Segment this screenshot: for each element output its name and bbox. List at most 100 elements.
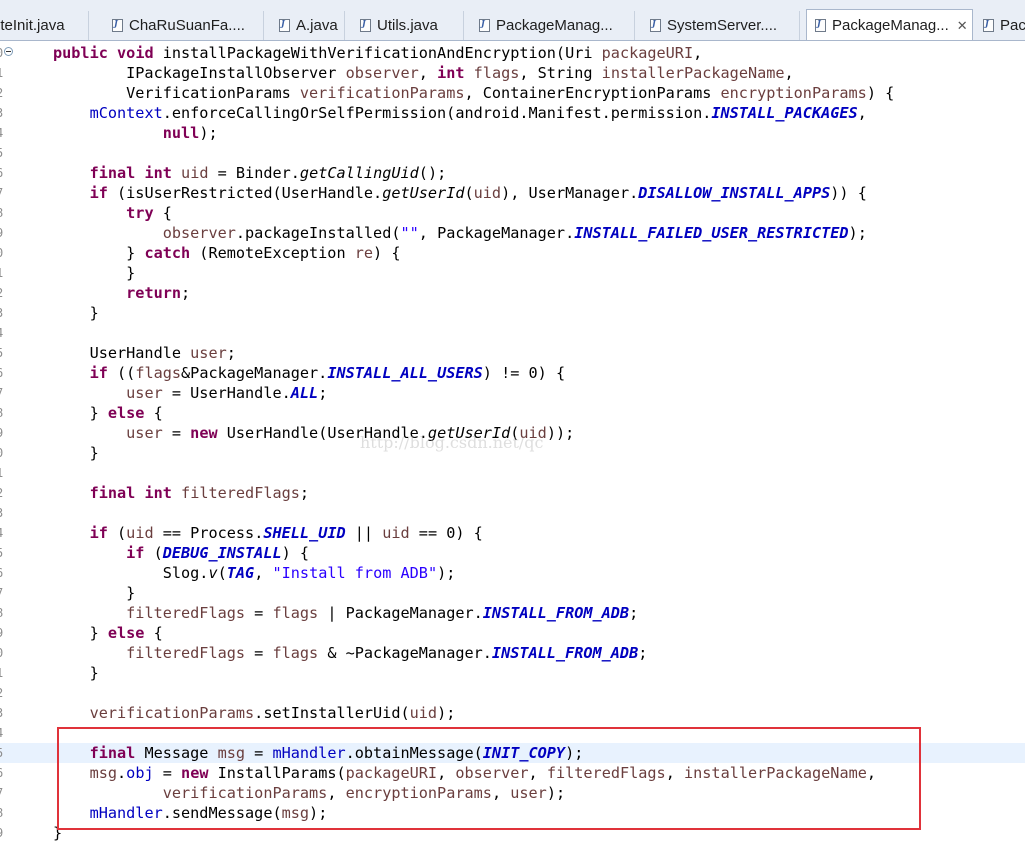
code-token: == Process. [153,524,264,542]
code-line[interactable]: 3 } [0,303,1025,323]
code-line[interactable]: 5 [0,143,1025,163]
line-number: 6 [0,763,8,783]
close-tab-icon[interactable]: ✕ [957,18,968,34]
code-token: IPackageInstallObserver [53,64,346,82]
tab-label: A.java [296,17,338,34]
code-token: ); [437,704,456,722]
code-token: || [345,524,383,542]
editor-tab-0[interactable]: oteInit.java [0,11,89,40]
fold-collapse-icon[interactable] [4,47,13,56]
code-token: new [190,424,218,442]
code-line[interactable]: 1 } [0,663,1025,683]
code-line[interactable]: 3 verificationParams.setInstallerUid(uid… [0,703,1025,723]
editor-tab-5[interactable]: SystemServer.... [642,11,800,40]
code-line[interactable]: 0public void installPackageWithVerificat… [0,43,1025,63]
code-token: ); [199,124,218,142]
code-token: verificationParams [89,704,255,722]
editor-tab-6[interactable]: PackageManag... ✕ [806,9,973,40]
editor-tab-1[interactable]: ChaRuSuanFa.... [104,11,264,40]
code-token: )); [546,424,575,442]
java-file-icon [360,18,371,32]
code-line[interactable]: 6 if ((flags&PackageManager.INSTALL_ALL_… [0,363,1025,383]
code-text: Slog.v(TAG, "Install from ADB"); [53,563,456,583]
java-file-icon [650,18,661,32]
code-line[interactable]: 1 } [0,263,1025,283]
code-token: ; [629,604,639,622]
code-line[interactable]: 1 [0,463,1025,483]
line-number: 8 [0,603,8,623]
editor-tab-2[interactable]: A.java [271,11,345,40]
line-number: 5 [0,143,8,163]
code-text: filteredFlags = flags | PackageManager.I… [53,603,638,623]
code-text: UserHandle user; [53,343,236,363]
line-number: 1 [0,663,8,683]
code-line[interactable]: 0 filteredFlags = flags & ~PackageManage… [0,643,1025,663]
code-token: , [857,104,867,122]
code-token: ; [299,484,310,502]
code-text: user = UserHandle.ALL; [53,383,327,403]
code-line[interactable]: 8 filteredFlags = flags | PackageManager… [0,603,1025,623]
java-file-icon [279,18,290,32]
code-line[interactable]: 7 } [0,583,1025,603]
code-token: int [144,484,172,502]
line-number: 6 [0,563,8,583]
tab-label: Utils.java [377,17,438,34]
code-token: Slog. [53,564,209,582]
code-line[interactable]: 2 VerificationParams verificationParams,… [0,83,1025,103]
code-text: } [53,443,99,463]
code-token: (isUserRestricted(UserHandle. [107,184,383,202]
code-text: public void installPackageWithVerificati… [53,43,702,63]
code-text: } catch (RemoteException re) { [53,243,400,263]
code-token: ( [464,184,474,202]
watermark: http://blog.csdn.net/qc [360,433,544,452]
line-number: 0 [0,443,8,463]
code-line[interactable]: 4 if (uid == Process.SHELL_UID || uid ==… [0,523,1025,543]
code-token: = [162,424,191,442]
code-line[interactable]: 0 } catch (RemoteException re) { [0,243,1025,263]
code-line[interactable]: 6 Slog.v(TAG, "Install from ADB"); [0,563,1025,583]
editor-tab-4[interactable]: PackageManag... [471,11,635,40]
code-line[interactable]: 2 [0,683,1025,703]
code-line[interactable]: 8 try { [0,203,1025,223]
editor-tab-3[interactable]: Utils.java [352,11,464,40]
code-line[interactable]: 3 [0,503,1025,523]
code-token: else [107,624,145,642]
code-line[interactable]: 5 UserHandle user; [0,343,1025,363]
code-text: if (DEBUG_INSTALL) { [53,543,309,563]
code-token: , ContainerEncryptionParams [464,84,721,102]
code-token: ) { [866,84,895,102]
code-token: getUserId [382,184,465,202]
code-line[interactable]: 2 return; [0,283,1025,303]
code-token: , PackageManager. [418,224,575,242]
code-line[interactable]: 7 if (isUserRestricted(UserHandle.getUse… [0,183,1025,203]
line-number: 2 [0,83,8,103]
code-token: filteredFlags [181,484,300,502]
code-line[interactable]: 8 } else { [0,403,1025,423]
code-token: filteredFlags [126,604,246,622]
code-line[interactable]: 1 IPackageInstallObserver observer, int … [0,63,1025,83]
code-token: encryptionParams [720,84,867,102]
code-line[interactable]: 9 observer.packageInstalled("", PackageM… [0,223,1025,243]
code-token: observer [162,224,236,242]
code-line[interactable]: 3 mContext.enforceCallingOrSelfPermissio… [0,103,1025,123]
code-line[interactable]: 6 final int uid = Binder.getCallingUid()… [0,163,1025,183]
code-token: { [144,624,163,642]
java-file-icon [479,18,490,32]
code-line[interactable]: 7 user = UserHandle.ALL; [0,383,1025,403]
java-file-icon [983,18,994,32]
code-text: if (uid == Process.SHELL_UID || uid == 0… [53,523,483,543]
code-token: "Install from ADB" [272,564,438,582]
code-line[interactable]: 4 null); [0,123,1025,143]
tab-label: ChaRuSuanFa.... [129,17,245,34]
editor-tab-7[interactable]: Pac [975,11,1025,40]
code-line[interactable]: 9 } else { [0,623,1025,643]
code-line[interactable]: 5 if (DEBUG_INSTALL) { [0,543,1025,563]
code-line[interactable]: 4 [0,323,1025,343]
code-token: } [53,404,108,422]
code-editor[interactable]: 9}8 mHandler.sendMessage(msg);7 verifica… [0,41,1025,864]
code-line[interactable]: 2 final int filteredFlags; [0,483,1025,503]
